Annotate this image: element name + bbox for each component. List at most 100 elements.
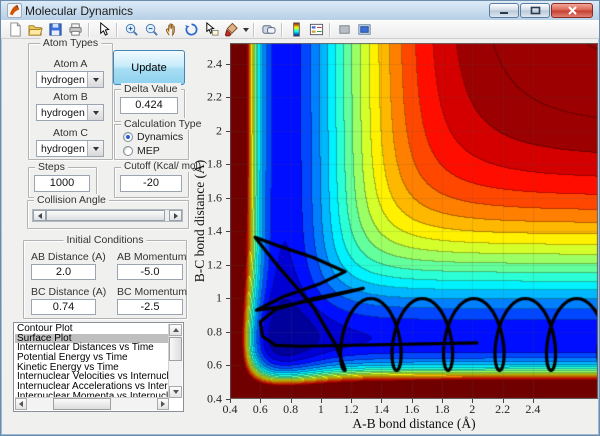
save-button[interactable] [45, 21, 65, 38]
new-file-icon [9, 22, 21, 37]
insert-colorbar-icon [292, 22, 300, 37]
x-axis-label: A-B bond distance (Å) [352, 416, 476, 431]
initial-conditions-title: Initial Conditions [63, 234, 147, 246]
radio-icon [123, 132, 133, 142]
zoom-in-button[interactable] [121, 21, 141, 38]
steps-field[interactable]: 1000 [34, 175, 90, 192]
open-file-button[interactable] [25, 21, 45, 38]
bc-momentumfield[interactable]: -2.5 [117, 299, 183, 315]
chevron-down-icon [92, 110, 99, 115]
pointer-button[interactable] [93, 21, 113, 38]
atom-b-select[interactable]: hydrogen [36, 104, 104, 121]
open-file-icon [27, 25, 43, 36]
contour-plot[interactable] [230, 43, 598, 399]
y-axis-label: B-C bond distance (Å) [192, 159, 207, 283]
y-tick-label: 2.2 [207, 89, 222, 104]
y-tick-label: 1.2 [207, 257, 222, 272]
toolbar-separator [329, 22, 331, 37]
ab-momentumfield[interactable]: -5.0 [117, 264, 183, 280]
radio-dynamics[interactable]: Dynamics [123, 131, 183, 143]
zoom-out-icon [145, 23, 158, 36]
slider-left-arrow[interactable] [33, 210, 46, 221]
x-tick-mark [411, 399, 413, 403]
atom-a-value: hydrogen [41, 74, 85, 86]
zoom-in-icon [125, 23, 138, 36]
chevron-down-icon [92, 146, 99, 151]
cutoff-field[interactable]: -20 [120, 175, 182, 192]
x-tick-mark [320, 399, 322, 403]
link-plots-button[interactable] [258, 21, 278, 38]
atom-c-select[interactable]: hydrogen [36, 140, 104, 157]
scroll-right-arrow[interactable] [157, 398, 169, 410]
bc-momentumlabel: BC Momentum [117, 286, 188, 298]
plot-type-listbox[interactable]: Contour Plot Surface Plot Internuclear Dis… [13, 322, 184, 412]
bc-distance-a-field[interactable]: 0.74 [31, 299, 96, 315]
x-tick-label: 1.2 [343, 402, 359, 416]
y-tick-label: 1.4 [207, 223, 222, 238]
vertical-scroll-thumb[interactable] [169, 337, 182, 361]
x-tick-label: 0.8 [283, 402, 299, 416]
dropdown-button[interactable] [87, 141, 103, 156]
show-plot-tools-button[interactable] [354, 21, 374, 38]
x-tick-mark [260, 399, 262, 403]
minimize-button[interactable] [489, 3, 519, 18]
x-tick-label: 1.8 [434, 402, 450, 416]
hide-plot-tools-button[interactable] [334, 21, 354, 38]
y-tick-mark [226, 197, 230, 199]
insert-legend-button[interactable] [306, 21, 326, 38]
x-tick-label: 2 [469, 402, 476, 416]
x-tick-label: 0.6 [252, 402, 268, 416]
listbox-horizontal-scrollbar[interactable] [15, 397, 169, 410]
link-plots-icon [261, 25, 276, 34]
horizontal-scroll-thumb[interactable] [53, 398, 111, 410]
y-tick-label: 0.6 [207, 357, 222, 372]
atom-types-title: Atom Types [39, 37, 102, 49]
atom-a-select[interactable]: hydrogen [36, 71, 104, 88]
print-icon [68, 23, 82, 36]
radio-icon [123, 146, 133, 156]
insert-colorbar-button[interactable] [286, 21, 306, 38]
scroll-left-arrow[interactable] [15, 398, 27, 410]
scroll-down-arrow[interactable] [169, 386, 182, 398]
brush-button[interactable] [221, 21, 241, 38]
title-bar[interactable]: Molecular Dynamics [1, 1, 599, 20]
listbox-vertical-scrollbar[interactable] [168, 324, 182, 398]
rotate-3d-button[interactable] [181, 21, 201, 38]
x-tick-label: 2.4 [525, 402, 541, 416]
atom-b-value: hydrogen [41, 107, 85, 119]
y-tick-label: 2.4 [207, 56, 222, 71]
scroll-up-arrow[interactable] [169, 324, 182, 336]
print-button[interactable] [65, 21, 85, 38]
pan-button[interactable] [161, 21, 181, 38]
y-tick-label: 0.4 [207, 391, 222, 406]
delta-value-field[interactable]: 0.424 [120, 97, 178, 114]
radio-mep[interactable]: MEP [123, 145, 160, 157]
slider-thumb[interactable] [46, 210, 165, 221]
collision-angle-title: Collision Angle [34, 194, 109, 206]
x-tick-mark [381, 399, 383, 403]
x-tick-label: 0.4 [222, 402, 238, 416]
chevron-down-icon [92, 77, 99, 82]
brush-dropdown-caret[interactable] [241, 21, 250, 38]
new-file-button[interactable] [5, 21, 25, 38]
atom-types-panel: Atom Types Atom A hydrogen Atom B hydrogen A… [28, 37, 113, 160]
update-button[interactable]: Update [113, 50, 185, 85]
toolbar-separator [253, 22, 255, 37]
slider-right-arrow[interactable] [169, 210, 182, 221]
y-tick-mark [226, 365, 230, 367]
x-tick-label: 1 [317, 402, 324, 416]
maximize-button[interactable] [520, 3, 550, 18]
y-tick-label: 1.6 [207, 190, 222, 205]
x-tick-mark [472, 399, 474, 403]
zoom-out-button[interactable] [141, 21, 161, 38]
collision-angle-slider[interactable] [32, 209, 183, 222]
hide-plot-tools-icon [338, 25, 350, 34]
y-tick-mark [226, 97, 230, 99]
close-button[interactable] [551, 3, 593, 18]
dropdown-button[interactable] [87, 72, 103, 87]
insert-legend-icon [309, 23, 323, 36]
data-cursor-button[interactable] [201, 21, 221, 38]
delta-value-title: Delta Value [121, 83, 181, 95]
ab-distance-a-field[interactable]: 2.0 [31, 264, 96, 280]
dropdown-button[interactable] [87, 105, 103, 120]
